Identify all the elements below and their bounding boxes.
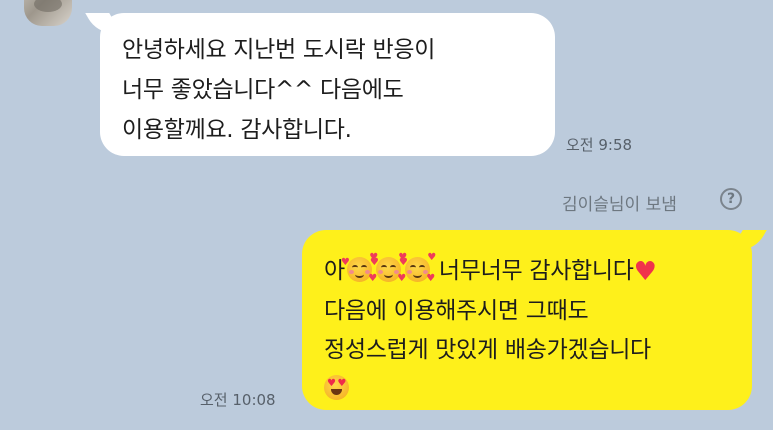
incoming-message-time: 오전 9:58 <box>566 136 633 154</box>
outgoing-line1-text: 너무너무 감사합니다 <box>438 258 634 284</box>
help-icon[interactable]: ? <box>720 188 742 210</box>
avatar-image <box>34 0 62 12</box>
outgoing-message-line: 다음에 이용해주시면 그때도 <box>324 298 589 324</box>
incoming-message-text: 안녕하세요 지난번 도시락 반응이 너무 좋았습니다^^ 다음에도 이용할께요.… <box>122 37 436 143</box>
outgoing-message-time: 오전 10:08 <box>200 391 276 409</box>
avatar[interactable] <box>24 0 72 26</box>
incoming-message-bubble[interactable]: 안녕하세요 지난번 도시락 반응이 너무 좋았습니다^^ 다음에도 이용할께요.… <box>100 13 555 156</box>
red-heart-icon: ♥ <box>633 257 657 287</box>
smiling-face-with-hearts-icon: ♥ ♥ ♥ <box>369 252 407 284</box>
chat-room: 안녕하세요 지난번 도시락 반응이 너무 좋았습니다^^ 다음에도 이용할께요.… <box>0 0 773 430</box>
outgoing-message-line: ♥ ♥ <box>324 370 752 409</box>
sent-by-label: 김이슬님이 보냄 <box>562 195 677 215</box>
smiling-face-with-hearts-icon: ♥ ♥ ♥ <box>398 252 436 284</box>
outgoing-message-line: 아 ♥ ♥ ♥ ♥ ♥ ♥ ♥ ♥ ♥ 너무너무 감사합니다♥ <box>324 252 752 292</box>
outgoing-message-line: 정성스럽게 맛있게 배송가겠습니다 <box>324 337 651 363</box>
outgoing-message-bubble[interactable]: 아 ♥ ♥ ♥ ♥ ♥ ♥ ♥ ♥ ♥ 너무너무 감사합니다♥ 다음에 이용해주시면 그때도… <box>302 230 752 410</box>
heart-eyes-face-icon: ♥ ♥ <box>324 375 349 400</box>
smiling-face-with-hearts-icon: ♥ ♥ ♥ <box>340 252 378 284</box>
